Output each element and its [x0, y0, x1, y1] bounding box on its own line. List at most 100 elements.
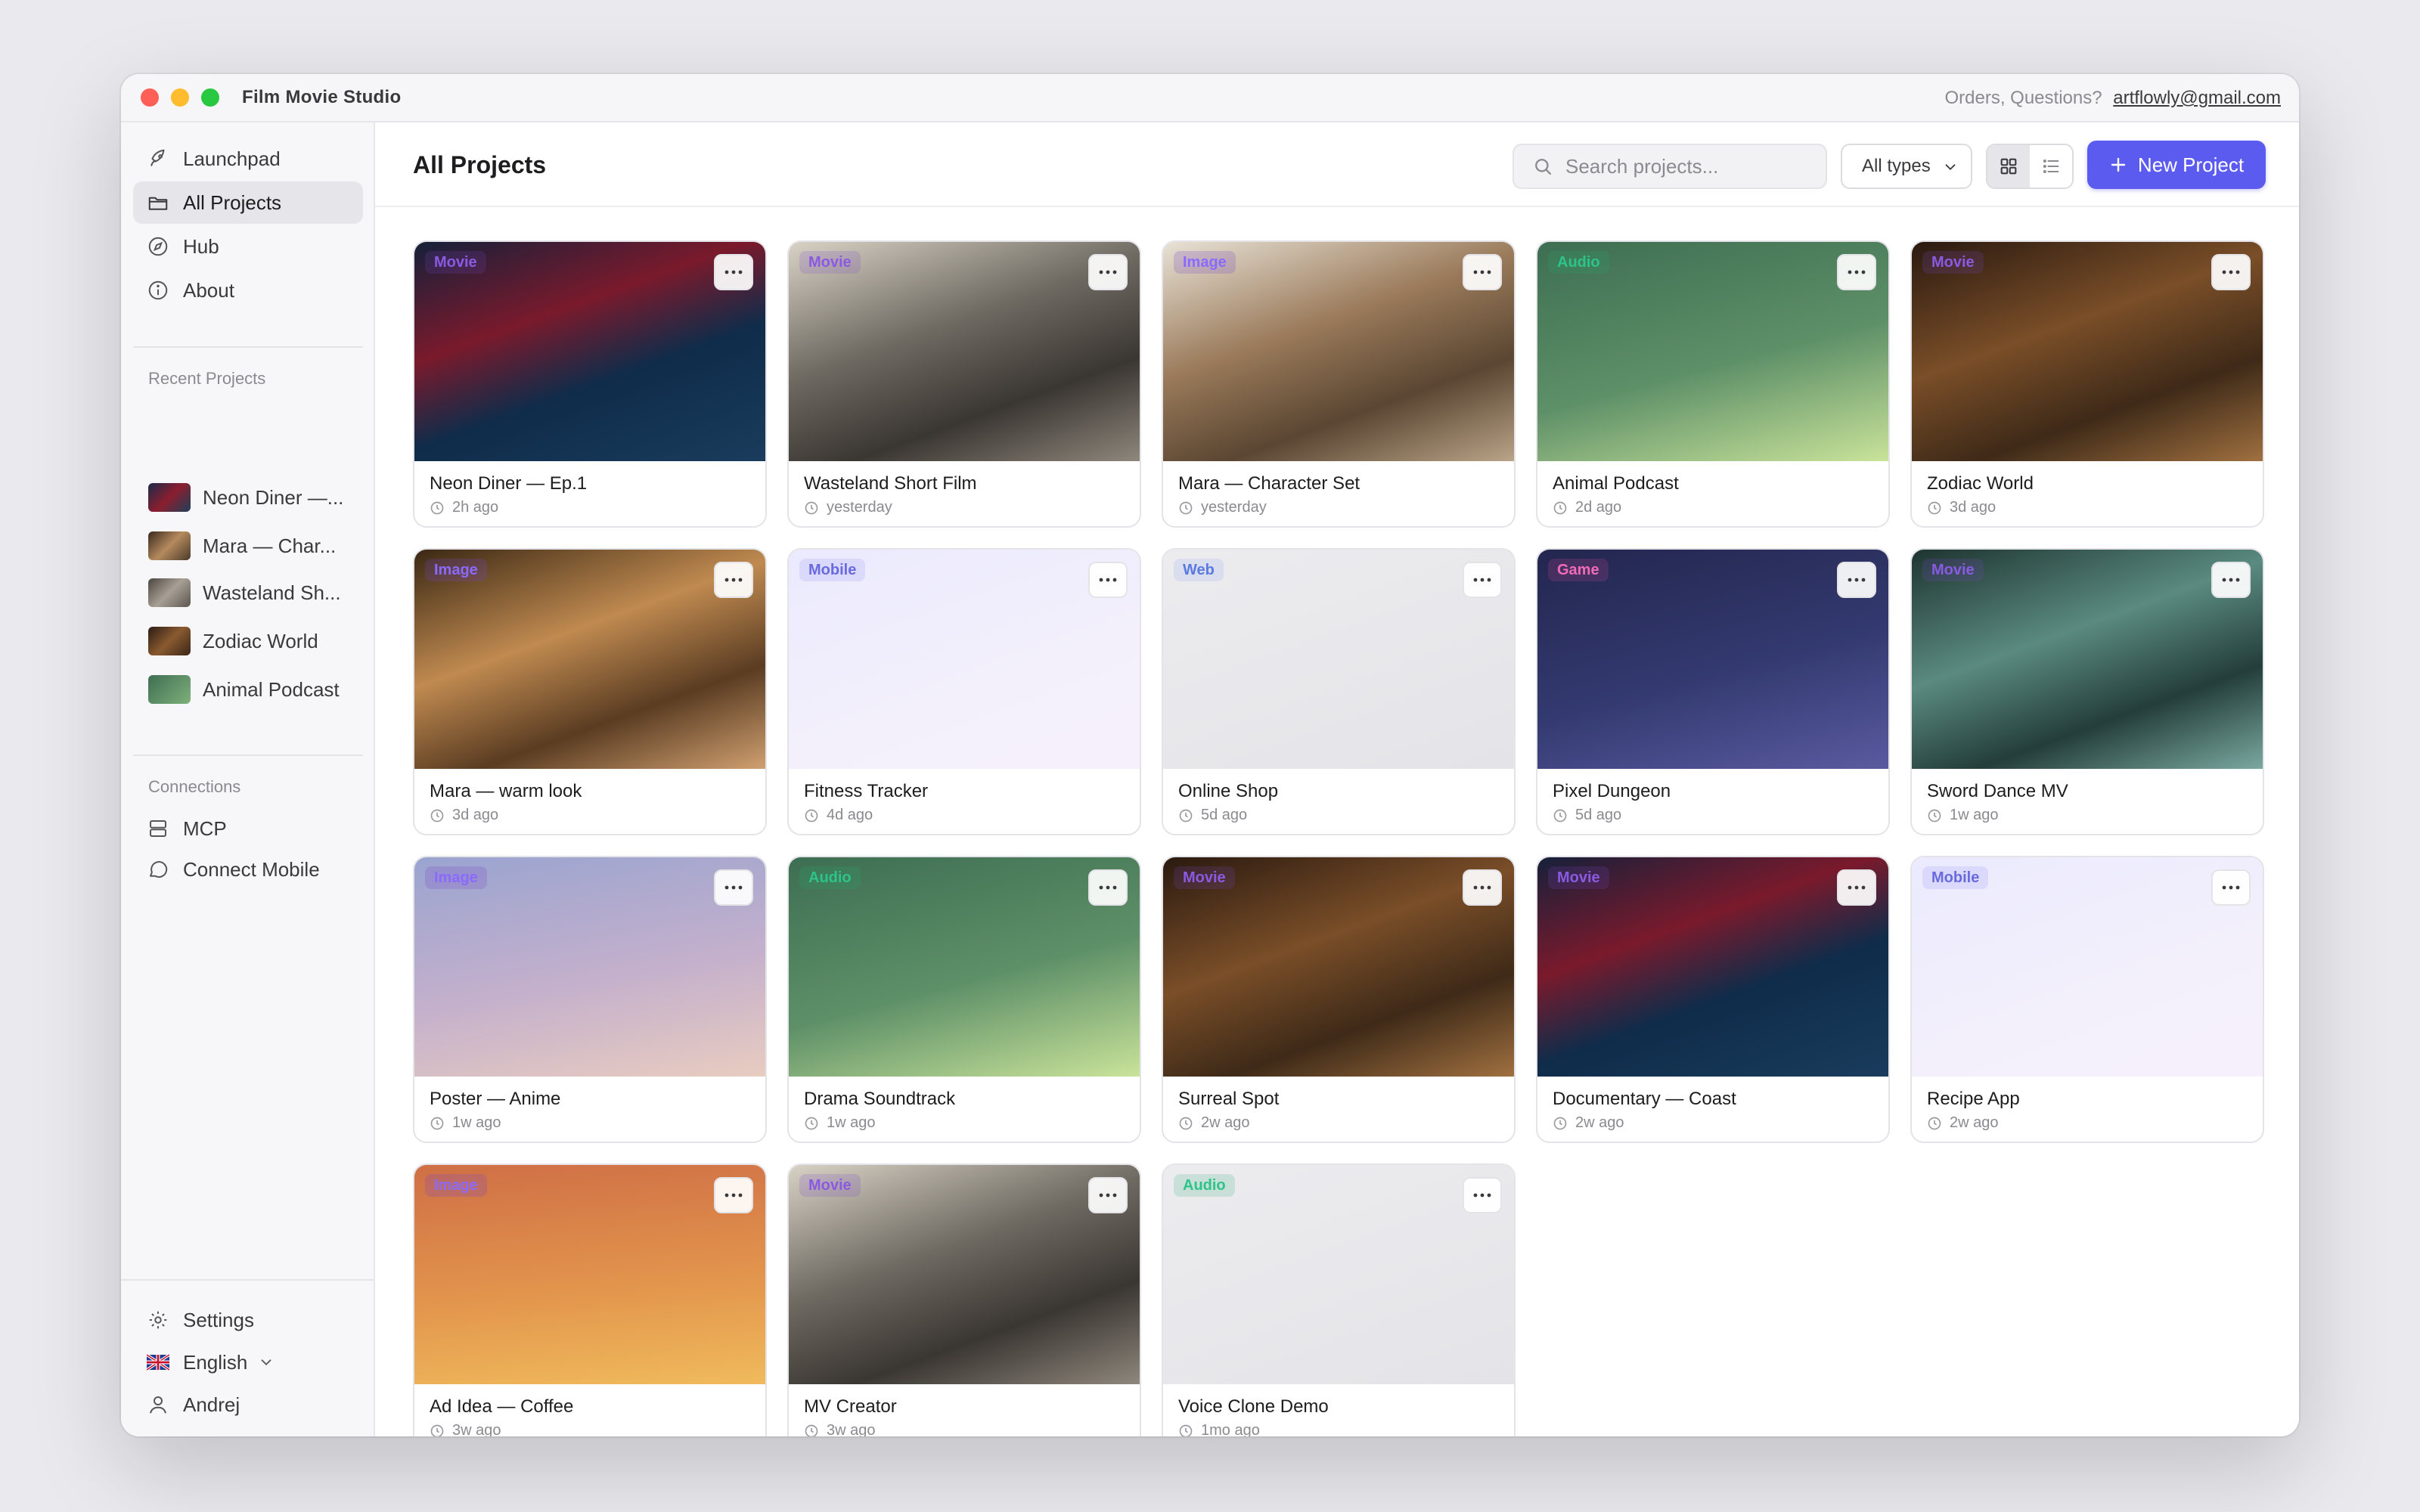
project-card[interactable]: Movie Surreal Spot 2w ago	[1162, 856, 1516, 1143]
sidebar-item-connect-mobile[interactable]: Connect Mobile	[133, 848, 363, 891]
recent-projects-heading: Recent Projects	[148, 369, 266, 388]
list-icon	[2043, 160, 2059, 173]
sidebar-item-all-projects[interactable]: All Projects	[133, 181, 363, 224]
language-label: English	[183, 1350, 248, 1374]
project-more-button[interactable]	[1088, 254, 1128, 290]
close-window-button[interactable]	[141, 88, 159, 107]
project-thumbnail	[1537, 550, 1888, 769]
recent-project-item[interactable]: Wasteland Sh...	[148, 576, 360, 609]
project-updated: 3d ago	[1927, 499, 1996, 516]
project-card[interactable]: Audio Voice Clone Demo 1mo ago	[1162, 1163, 1516, 1436]
project-more-button[interactable]	[1837, 869, 1876, 906]
recent-project-label: Neon Diner —...	[203, 485, 344, 509]
app-title: Film Movie Studio	[242, 87, 402, 107]
recent-project-thumbnail	[148, 531, 191, 560]
project-card[interactable]: Image Ad Idea — Coffee 3w ago	[413, 1163, 767, 1436]
project-card[interactable]: Movie Zodiac World 3d ago	[1910, 240, 2264, 528]
ellipsis-icon	[724, 1193, 743, 1198]
sidebar: Launchpad All Projects Hub About Recent …	[121, 122, 375, 1436]
sidebar-divider	[133, 754, 363, 756]
project-more-button[interactable]	[2211, 254, 2251, 290]
sidebar-item-mcp[interactable]: MCP	[133, 807, 363, 850]
project-card[interactable]: Audio Animal Podcast 2d ago	[1536, 240, 1890, 528]
project-thumbnail	[1163, 857, 1514, 1077]
list-view-button[interactable]	[2030, 145, 2072, 187]
project-type-badge: Image	[1174, 251, 1236, 274]
project-more-button[interactable]	[714, 1177, 753, 1213]
project-card[interactable]: Mobile Recipe App 2w ago	[1910, 856, 2264, 1143]
project-updated: 2w ago	[1553, 1114, 1624, 1132]
project-more-button[interactable]	[1463, 254, 1502, 290]
recent-project-item[interactable]: Zodiac World	[148, 624, 360, 658]
sidebar-item-label: Launchpad	[183, 147, 281, 170]
search-input[interactable]	[1565, 154, 1815, 178]
recent-project-item[interactable]: Mara — Char...	[148, 529, 360, 562]
project-thumbnail	[789, 857, 1140, 1077]
project-more-button[interactable]	[714, 254, 753, 290]
project-card[interactable]: Movie Wasteland Short Film yesterday	[787, 240, 1141, 528]
sidebar-item-about[interactable]: About	[133, 269, 363, 311]
project-card[interactable]: Image Poster — Anime 1w ago	[413, 856, 767, 1143]
recent-project-item[interactable]: Neon Diner —...	[148, 481, 360, 514]
project-more-button[interactable]	[714, 562, 753, 598]
project-time: 5d ago	[1575, 807, 1622, 823]
project-type-badge: Movie	[1548, 866, 1609, 889]
project-card[interactable]: Audio Drama Soundtrack 1w ago	[787, 856, 1141, 1143]
project-more-button[interactable]	[714, 869, 753, 906]
projects-grid: Movie Neon Diner — Ep.1 2h ago Movie Wastela…	[375, 207, 2299, 1436]
project-type-badge: Audio	[1548, 251, 1609, 274]
project-updated: 5d ago	[1553, 807, 1621, 824]
sidebar-item-hub[interactable]: Hub	[133, 225, 363, 268]
minimize-window-button[interactable]	[171, 88, 189, 107]
user-name: Andrej	[183, 1393, 240, 1416]
project-more-button[interactable]	[1837, 254, 1876, 290]
project-card[interactable]: Movie Documentary — Coast 2w ago	[1536, 856, 1890, 1143]
project-more-button[interactable]	[1088, 869, 1128, 906]
project-more-button[interactable]	[1463, 562, 1502, 598]
plus-icon	[2111, 157, 2126, 172]
project-card[interactable]: Movie Sword Dance MV 1w ago	[1910, 548, 2264, 835]
project-card[interactable]: Mobile Fitness Tracker 4d ago	[787, 548, 1141, 835]
new-project-button[interactable]: New Project	[2087, 141, 2266, 189]
clock-icon	[1928, 809, 1941, 822]
project-card[interactable]: Game Pixel Dungeon 5d ago	[1536, 548, 1890, 835]
user-account[interactable]: Andrej	[133, 1383, 363, 1426]
project-more-button[interactable]	[1837, 562, 1876, 598]
project-more-button[interactable]	[1463, 1177, 1502, 1213]
project-more-button[interactable]	[2211, 869, 2251, 906]
project-more-button[interactable]	[1088, 1177, 1128, 1213]
project-name: Mara — warm look	[430, 781, 582, 801]
project-name: Documentary — Coast	[1553, 1089, 1736, 1109]
sidebar-item-launchpad[interactable]: Launchpad	[133, 138, 363, 180]
project-card[interactable]: Movie Neon Diner — Ep.1 2h ago	[413, 240, 767, 528]
project-card[interactable]: Movie MV Creator 3w ago	[787, 1163, 1141, 1436]
zoom-window-button[interactable]	[201, 88, 219, 107]
project-type-badge: Audio	[799, 866, 861, 889]
project-time: 1w ago	[827, 1114, 876, 1131]
project-more-button[interactable]	[1088, 562, 1128, 598]
ellipsis-icon	[1099, 885, 1117, 890]
recent-project-item[interactable]: Animal Podcast	[148, 673, 360, 706]
project-name: Neon Diner — Ep.1	[430, 473, 588, 494]
recent-project-thumbnail	[148, 627, 191, 655]
chevron-down-icon	[261, 1359, 271, 1366]
project-card[interactable]: Image Mara — warm look 3d ago	[413, 548, 767, 835]
project-card[interactable]: Image Mara — Character Set yesterday	[1162, 240, 1516, 528]
type-filter-select[interactable]: All types	[1841, 144, 1972, 189]
user-icon	[150, 1396, 166, 1414]
project-card[interactable]: Web Online Shop 5d ago	[1162, 548, 1516, 835]
project-more-button[interactable]	[1463, 869, 1502, 906]
project-time: 1mo ago	[1201, 1422, 1260, 1436]
project-more-button[interactable]	[2211, 562, 2251, 598]
page-title: All Projects	[413, 151, 547, 178]
clock-icon	[805, 1424, 818, 1436]
language-selector[interactable]: English	[133, 1341, 363, 1383]
project-updated: 2d ago	[1553, 499, 1621, 516]
support-email-link[interactable]: artflowly@gmail.com	[2113, 88, 2281, 108]
search-box[interactable]	[1512, 144, 1827, 189]
grid-view-button[interactable]	[1987, 145, 2030, 187]
project-name: Ad Idea — Coffee	[430, 1396, 574, 1417]
ellipsis-icon	[2222, 885, 2240, 890]
sidebar-item-label: Hub	[183, 234, 219, 258]
sidebar-item-settings[interactable]: Settings	[133, 1299, 363, 1341]
